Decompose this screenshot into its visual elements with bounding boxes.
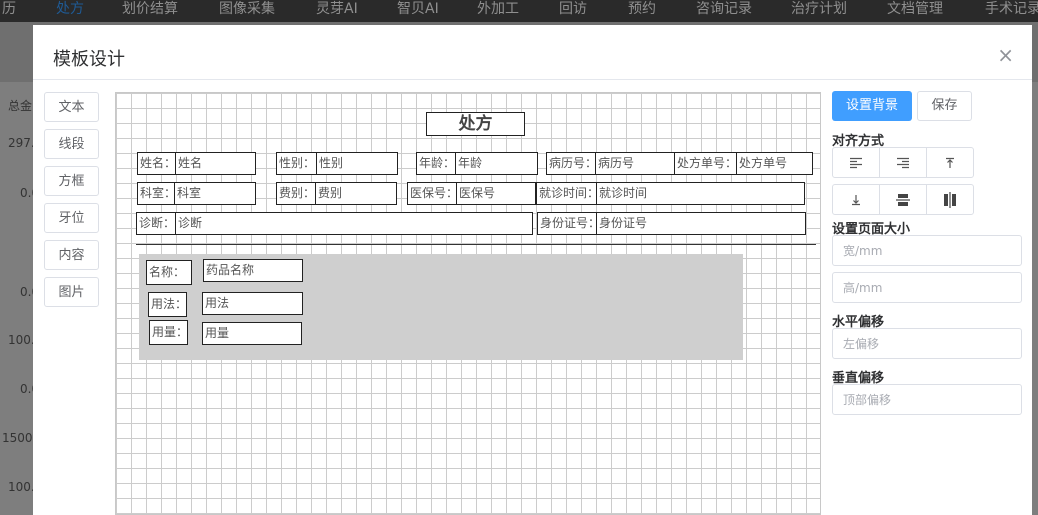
age-label-field[interactable]: 年龄：: [416, 152, 458, 175]
tool-content-button[interactable]: 内容: [44, 240, 99, 270]
tool-image-button[interactable]: 图片: [44, 277, 99, 307]
save-button[interactable]: 保存: [917, 91, 972, 121]
left-offset-input[interactable]: [832, 328, 1022, 359]
nav-item[interactable]: 文档管理: [887, 0, 943, 22]
nav-item[interactable]: 外加工: [477, 0, 519, 22]
diagnosis-label-field[interactable]: 诊断：: [136, 212, 178, 235]
close-icon[interactable]: ×: [997, 45, 1014, 65]
drug-name-label-field[interactable]: 名称：: [146, 260, 192, 285]
tool-text-button[interactable]: 文本: [44, 92, 99, 122]
fee-type-value-field[interactable]: 费别: [315, 182, 397, 205]
prescription-title-field[interactable]: 处方: [426, 112, 525, 136]
template-design-dialog: 模板设计 × 文本 线段 方框 牙位 内容 图片 处方 姓名： 姓名 性别： 性…: [33, 25, 1032, 515]
age-value-field[interactable]: 年龄: [455, 152, 538, 175]
align-group-bottom: [832, 184, 974, 215]
id-card-label-field[interactable]: 身份证号：: [537, 212, 599, 235]
nav-item[interactable]: 回访: [559, 0, 587, 22]
nav-item[interactable]: 预约: [628, 0, 656, 22]
fee-type-label-field[interactable]: 费别：: [276, 182, 318, 205]
align-right-icon[interactable]: [880, 148, 927, 177]
usage-value-field[interactable]: 用法: [202, 292, 303, 315]
dosage-value-field[interactable]: 用量: [202, 322, 302, 345]
department-label-field[interactable]: 科室：: [137, 182, 177, 205]
visit-time-value-field[interactable]: 就诊时间: [596, 182, 805, 205]
nav-item-prescription[interactable]: 处方: [56, 0, 84, 22]
nav-item[interactable]: 咨询记录: [696, 0, 752, 22]
tool-line-button[interactable]: 线段: [44, 129, 99, 159]
visit-time-label-field[interactable]: 就诊时间：: [536, 182, 598, 205]
prescription-no-label-field[interactable]: 处方单号：: [674, 152, 738, 175]
nav-item[interactable]: 图像采集: [219, 0, 275, 22]
nav-item[interactable]: 划价结算: [122, 0, 178, 22]
top-offset-input[interactable]: [832, 384, 1022, 415]
tool-tooth-position-button[interactable]: 牙位: [44, 203, 99, 233]
department-value-field[interactable]: 科室: [174, 182, 256, 205]
page-width-input[interactable]: [832, 235, 1022, 266]
nav-item[interactable]: 历: [2, 0, 16, 22]
page-height-input[interactable]: [832, 272, 1022, 303]
drug-name-value-field[interactable]: 药品名称: [203, 259, 303, 282]
background-value: 总金: [8, 99, 33, 113]
align-vertical-center-icon[interactable]: [880, 185, 927, 214]
record-no-value-field[interactable]: 病历号: [595, 152, 676, 175]
name-label-field[interactable]: 姓名：: [137, 152, 177, 175]
design-canvas[interactable]: 处方 姓名： 姓名 性别： 性别 年龄： 年龄 病历号： 病历号 处方单号： 处…: [115, 92, 821, 515]
dialog-title: 模板设计: [53, 49, 125, 70]
prescription-no-value-field[interactable]: 处方单号: [736, 152, 813, 175]
separator-line[interactable]: [136, 244, 816, 245]
id-card-value-field[interactable]: 身份证号: [596, 212, 806, 235]
nav-item[interactable]: 灵芽AI: [316, 0, 358, 22]
nav-item[interactable]: 智贝AI: [397, 0, 439, 22]
dialog-divider: [33, 79, 1032, 80]
nav-item[interactable]: 手术记录: [985, 0, 1038, 22]
gender-label-field[interactable]: 性别：: [276, 152, 318, 175]
record-no-label-field[interactable]: 病历号：: [546, 152, 598, 175]
diagnosis-value-field[interactable]: 诊断: [175, 212, 533, 235]
tool-box-button[interactable]: 方框: [44, 166, 99, 196]
insurance-no-label-field[interactable]: 医保号：: [407, 182, 459, 205]
align-bottom-icon[interactable]: [833, 185, 880, 214]
dosage-label-field[interactable]: 用量：: [149, 320, 188, 345]
align-top-icon[interactable]: [927, 148, 973, 177]
name-value-field[interactable]: 姓名: [175, 152, 256, 175]
gender-value-field[interactable]: 性别: [316, 152, 398, 175]
usage-label-field[interactable]: 用法：: [148, 292, 187, 317]
top-nav: 历 处方 划价结算 图像采集 灵芽AI 智贝AI 外加工 回访 预约 咨询记录 …: [0, 0, 1038, 22]
align-group-top: [832, 147, 974, 178]
insurance-no-value-field[interactable]: 医保号: [456, 182, 536, 205]
nav-item[interactable]: 治疗计划: [791, 0, 847, 22]
align-left-icon[interactable]: [833, 148, 880, 177]
align-horizontal-center-icon[interactable]: [927, 185, 973, 214]
set-background-button[interactable]: 设置背景: [832, 91, 912, 121]
